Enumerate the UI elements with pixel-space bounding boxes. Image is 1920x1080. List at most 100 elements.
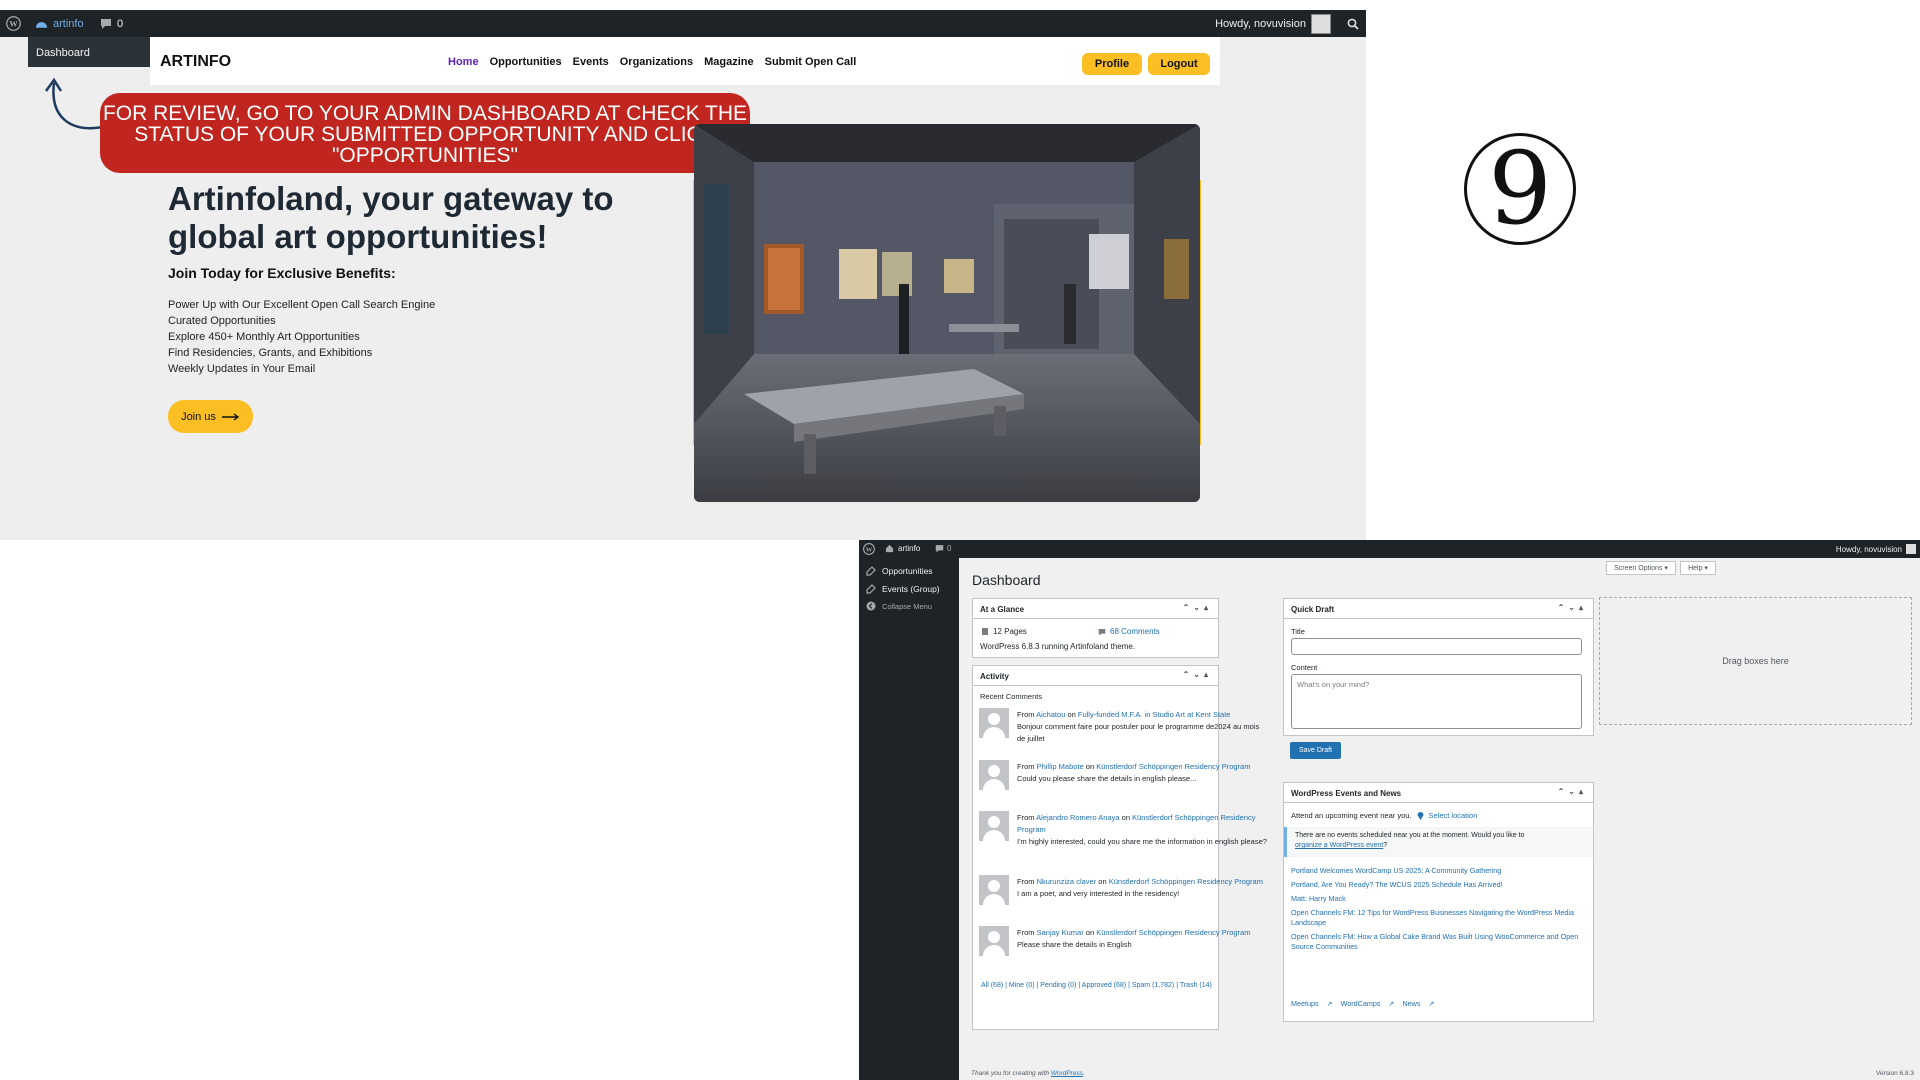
news-link[interactable]: Open Channels FM: 12 Tips for WordPress … xyxy=(1291,908,1586,928)
banner-line-3: "OPPORTUNITIES" xyxy=(331,144,519,167)
avatar xyxy=(979,708,1009,738)
top-strip xyxy=(0,0,1366,10)
logout-button[interactable]: Logout xyxy=(1148,53,1210,75)
comment-author[interactable]: Alejandro Romero Anaya xyxy=(1036,813,1119,822)
sidebar-item-events[interactable]: Events (Group) xyxy=(866,584,940,594)
widget-header: WordPress Events and News ⌃⌄▴ xyxy=(1284,783,1593,803)
list-item: From Alejandro Romero Anaya on Künstlerd… xyxy=(979,809,1269,859)
comment-post-link[interactable]: Fully-funded M.F.A. in Studio Art at Ken… xyxy=(1078,710,1231,719)
events-news-widget: WordPress Events and News ⌃⌄▴ Attend an u… xyxy=(1283,782,1594,1022)
comment-post-link[interactable]: Künstlerdorf Schöppingen Residency Progr… xyxy=(1096,928,1250,937)
news-link[interactable]: Open Channels FM: How a Global Cake Bran… xyxy=(1291,932,1586,952)
recent-comments-heading: Recent Comments xyxy=(980,692,1043,701)
help-button[interactable]: Help ▾ xyxy=(1680,561,1716,575)
wp-bar-site-link[interactable]: artinfo xyxy=(885,544,920,553)
banner-line-1: FOR REVIEW, GO TO YOUR ADMIN DASHBOARD A… xyxy=(102,102,748,125)
wordcamps-link[interactable]: WordCamps xyxy=(1341,999,1381,1008)
nav-opportunities[interactable]: Opportunities xyxy=(490,56,562,68)
save-draft-button[interactable]: Save Draft xyxy=(1290,742,1341,759)
edit-icon xyxy=(866,584,876,594)
collapse-menu-button[interactable]: Collapse Menu xyxy=(866,601,932,611)
benefit-item: Curated Opportunities xyxy=(168,315,276,327)
profile-button[interactable]: Profile xyxy=(1082,53,1142,75)
news-link[interactable]: Portland, Are You Ready? The WCUS 2025 S… xyxy=(1291,880,1586,890)
search-icon[interactable] xyxy=(1347,10,1359,37)
howdy-text: Howdy, novuvision xyxy=(1215,17,1306,30)
wordpress-logo-icon[interactable]: W xyxy=(863,543,875,557)
footer-wordpress-link[interactable]: WordPress xyxy=(1051,1070,1083,1077)
select-location-link[interactable]: Select location xyxy=(1429,811,1478,820)
avatar xyxy=(979,760,1009,790)
nav-events[interactable]: Events xyxy=(573,56,609,68)
comment-post-link[interactable]: Künstlerdorf Schöppingen Residency Progr… xyxy=(1109,877,1263,886)
comment-author[interactable]: Aichatou xyxy=(1036,710,1065,719)
admin-bar-account[interactable]: Howdy, novuvision xyxy=(1215,10,1331,37)
nav-magazine[interactable]: Magazine xyxy=(704,56,754,68)
wp-bar-account[interactable]: Howdy, novuvision xyxy=(1836,544,1916,554)
meetups-link[interactable]: Meetups xyxy=(1291,999,1319,1008)
dashboard-dropdown-item[interactable]: Dashboard xyxy=(28,37,158,67)
wp-bar-comments[interactable]: 0 xyxy=(935,544,951,553)
benefit-item: Power Up with Our Excellent Open Call Se… xyxy=(168,299,436,311)
avatar xyxy=(979,926,1009,956)
events-footer-links: Meetups ↗ WordCamps ↗ News ↗ xyxy=(1291,999,1434,1008)
content-label: Content xyxy=(1291,663,1318,672)
comment-filters[interactable]: All (68) | Mine (0) | Pending (0) | Appr… xyxy=(981,982,1212,989)
widget-controls[interactable]: ⌃⌄▴ xyxy=(1183,603,1212,612)
banner-line-2: STATUS OF YOUR SUBMITTED OPPORTUNITY AND… xyxy=(134,123,716,146)
attend-text: Attend an upcoming event near you. xyxy=(1291,811,1412,820)
comment-bubble-icon xyxy=(101,19,111,29)
activity-widget: Activity ⌃⌄▴ Recent Comments From Aichato… xyxy=(972,665,1267,1030)
benefits-list: Power Up with Our Excellent Open Call Se… xyxy=(168,297,435,377)
comment-post-link[interactable]: Künstlerdorf Schöppingen Residency Progr… xyxy=(1096,762,1250,771)
comment-text: Could you please share the details in en… xyxy=(1017,774,1197,783)
widget-title: At a Glance xyxy=(980,605,1025,614)
arrow-right-icon xyxy=(221,412,240,421)
list-item: From Aichatou on Fully-funded M.F.A. in … xyxy=(979,706,1269,756)
sidebar-item-label: Opportunities xyxy=(882,566,933,576)
sidebar-item-opportunities[interactable]: Opportunities xyxy=(866,566,933,576)
gallery-image xyxy=(694,124,1200,502)
organize-event-link[interactable]: organize a WordPress event xyxy=(1295,842,1383,849)
comment-author[interactable]: Phillip Mabote xyxy=(1037,762,1084,771)
home-icon xyxy=(885,544,894,553)
nav-organizations[interactable]: Organizations xyxy=(620,56,693,68)
external-link-icon: ↗ xyxy=(1326,999,1333,1008)
wp-admin-bar: W artinfo 0 Howdy, novuvision xyxy=(859,540,1920,558)
news-link[interactable]: Matt: Harry Mack xyxy=(1291,894,1586,904)
news-footer-link[interactable]: News xyxy=(1402,999,1420,1008)
wp-dashboard-screenshot: W artinfo 0 Howdy, novuvision Opportunit… xyxy=(859,540,1920,1080)
nav-submit-open-call[interactable]: Submit Open Call xyxy=(765,56,857,68)
attend-row: Attend an upcoming event near you. Selec… xyxy=(1291,811,1477,820)
comment-author[interactable]: Sanjay Kumar xyxy=(1037,928,1084,937)
comment-text: Please share the details in English xyxy=(1017,940,1132,949)
main-nav: Home Opportunities Events Organizations … xyxy=(448,56,856,68)
draft-title-input[interactable] xyxy=(1291,638,1582,655)
admin-bar: W artinfo 0 Howdy, novuvision xyxy=(0,10,1366,37)
hero-subtitle: Join Today for Exclusive Benefits: xyxy=(168,265,396,281)
glance-pages[interactable]: 12 Pages xyxy=(981,627,1027,636)
drag-boxes-area: Drag boxes here xyxy=(1599,597,1912,725)
draft-content-textarea[interactable]: What's on your mind? xyxy=(1291,674,1582,729)
pages-icon xyxy=(982,628,988,635)
widget-header: Quick Draft ⌃⌄▴ xyxy=(1284,599,1593,619)
widget-controls[interactable]: ⌃⌄▴ xyxy=(1183,670,1212,679)
site-logo[interactable]: ARTINFO xyxy=(160,53,231,71)
avatar xyxy=(979,811,1009,841)
admin-bar-comments[interactable]: 0 xyxy=(100,10,123,37)
join-us-button[interactable]: Join us xyxy=(168,400,253,433)
news-link[interactable]: Portland Welcomes WordCamp US 2025: A Co… xyxy=(1291,866,1586,876)
comment-bubble-icon xyxy=(935,545,944,553)
wordpress-logo-icon[interactable]: W xyxy=(6,10,21,37)
list-item: From Nkurunziza claver on Künstlerdorf S… xyxy=(979,873,1269,923)
comment-author[interactable]: Nkurunziza claver xyxy=(1037,877,1097,886)
news-list: Portland Welcomes WordCamp US 2025: A Co… xyxy=(1291,866,1586,952)
nav-home[interactable]: Home xyxy=(448,56,479,68)
widget-controls[interactable]: ⌃⌄▴ xyxy=(1558,603,1587,612)
screen-options-button[interactable]: Screen Options ▾ xyxy=(1606,561,1676,575)
events-notice: There are no events scheduled near you a… xyxy=(1284,827,1593,857)
glance-comments[interactable]: 68 Comments xyxy=(1098,627,1160,636)
comments-link: 68 Comments xyxy=(1110,627,1160,636)
widget-controls[interactable]: ⌃⌄▴ xyxy=(1558,787,1587,796)
admin-bar-site-link[interactable]: artinfo xyxy=(35,10,84,37)
